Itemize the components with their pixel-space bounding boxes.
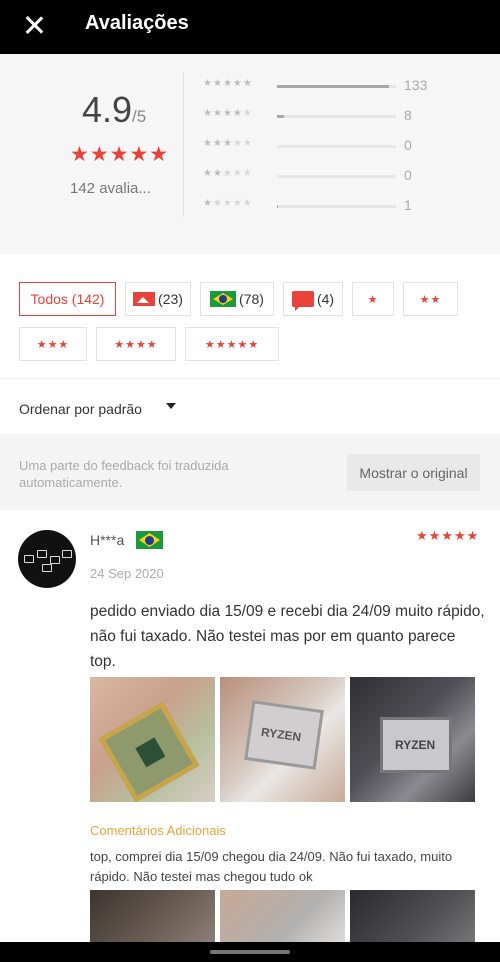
close-icon[interactable] [20,12,48,40]
distribution-count: 133 [404,77,428,93]
distribution-stars: ★★★★★ [203,108,253,119]
average-score: 4.9/5 [82,89,146,131]
distribution-stars: ★★★★★ [203,198,253,209]
review-stars: ★★★★★ [416,528,480,543]
filter-1-star-label: ★ [367,293,379,306]
distribution-row-5-star: ★★★★★ 133 [203,77,493,94]
review-photo[interactable] [90,890,215,942]
distribution-row-1-star: ★★★★★ 1 [203,197,493,214]
filter-bar: Todos (142) (23) (78) (4) ★ ★★ ★★★ ★★★★ … [0,254,500,378]
additional-comments-header: Comentários Adicionais [90,823,226,838]
show-original-button[interactable]: Mostrar o original [347,454,480,491]
score-value: 4.9 [82,89,133,130]
review-card: H***a ★★★★★ 24 Sep 2020 pedido enviado d… [0,510,500,942]
review-date: 24 Sep 2020 [90,566,164,581]
filter-3-star-label: ★★★ [36,338,70,351]
distribution-row-2-star: ★★★★★ 0 [203,167,493,184]
average-stars: ★★★★★ [70,143,170,166]
review-photo[interactable]: RYZEN [350,677,475,802]
distribution-bar-fill [277,115,285,118]
translation-notice: Uma parte do feedback foi traduzida auto… [0,434,500,510]
avatar [18,530,76,588]
distribution-count: 8 [404,107,412,123]
filter-3-star-chip[interactable]: ★★★ [19,327,87,361]
sort-dropdown[interactable]: Ordenar por padrão [0,378,500,434]
distribution-row-3-star: ★★★★★ 0 [203,137,493,154]
distribution-stars: ★★★★★ [203,138,253,149]
top-bar: Avaliações [0,0,500,54]
score-max: /5 [132,107,147,126]
filter-local-chip[interactable]: (78) [200,282,274,316]
photo-icon [133,292,156,306]
filter-5-star-label: ★★★★★ [204,338,260,351]
filter-1-star-chip[interactable]: ★ [352,282,394,316]
filter-additional-chip[interactable]: (4) [283,282,343,316]
additional-comments-text: top, comprei dia 15/09 chegou dia 24/09.… [90,849,453,884]
review-text: pedido enviado dia 15/09 e recebi dia 24… [90,603,485,670]
review-photo[interactable] [220,890,345,942]
review-photo[interactable] [90,677,215,802]
distribution-bar [277,85,396,88]
comment-icon [291,291,314,311]
filter-5-star-chip[interactable]: ★★★★★ [185,327,279,361]
filter-photos-chip[interactable]: (23) [125,282,191,316]
distribution-count: 0 [404,167,412,183]
ryzen-box-image: RYZEN [244,700,324,770]
distribution-bar [277,175,396,178]
filter-photos-label: (23) [158,291,183,307]
filter-2-star-label: ★★ [419,293,442,306]
sort-label: Ordenar por padrão [19,401,142,417]
distribution-row-4-star: ★★★★★ 8 [203,107,493,124]
home-gesture-bar[interactable] [210,950,290,954]
distribution-count: 0 [404,137,412,153]
distribution-count: 1 [404,197,412,213]
distribution-bar [277,145,396,148]
reviewer-name: H***a [90,532,125,548]
filter-additional-label: (4) [316,291,335,307]
caret-down-icon [166,403,176,409]
cpu-image [98,701,200,802]
brazil-flag-icon [210,291,237,307]
review-photo[interactable]: RYZEN [220,677,345,802]
distribution-bar [277,115,396,118]
ryzen-box-image: RYZEN [380,717,452,773]
filter-4-star-label: ★★★★ [114,338,158,351]
translation-notice-text: Uma parte do feedback foi traduzida auto… [19,458,229,490]
filter-all-chip[interactable]: Todos (142) [19,282,116,316]
review-photo[interactable] [350,890,475,942]
distribution-bar-fill [277,205,279,208]
distribution-bar-fill [277,85,389,88]
rating-count: 142 avalia... [70,180,151,197]
distribution-bar [277,205,396,208]
divider [183,72,184,217]
filter-2-star-chip[interactable]: ★★ [403,282,458,316]
filter-all-label: Todos (142) [30,291,105,307]
distribution-stars: ★★★★★ [203,78,253,89]
distribution-stars: ★★★★★ [203,168,253,179]
page-title: Avaliações [85,12,189,34]
system-nav-bar [0,942,500,962]
filter-4-star-chip[interactable]: ★★★★ [96,327,176,361]
brazil-flag-icon [136,531,163,549]
rating-summary: 4.9/5 ★★★★★ 142 avalia... ★★★★★ 133 ★★★★★ 8… [0,54,500,254]
filter-local-label: (78) [239,291,264,307]
